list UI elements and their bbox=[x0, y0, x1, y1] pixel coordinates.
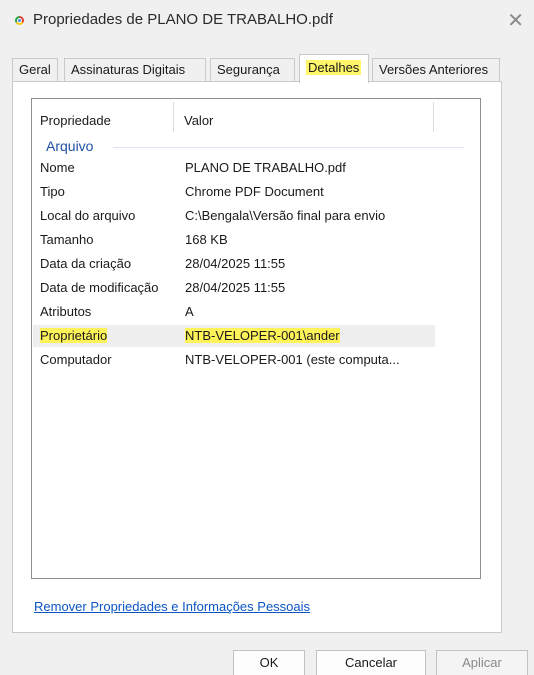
property-value: 28/04/2025 11:55 bbox=[185, 280, 286, 295]
property-value: C:\Bengala\Versão final para envio bbox=[185, 208, 386, 223]
property-value: NTB-VELOPER-001 (este computa... bbox=[185, 352, 400, 367]
list-item[interactable]: Computador NTB-VELOPER-001 (este computa… bbox=[33, 349, 435, 371]
tab-geral[interactable]: Geral bbox=[12, 58, 58, 82]
cancel-button[interactable]: Cancelar bbox=[316, 650, 426, 675]
property-value: 168 KB bbox=[185, 232, 228, 247]
property-value: 28/04/2025 11:55 bbox=[185, 256, 286, 271]
property-name: Data de modificação bbox=[40, 280, 159, 295]
column-divider[interactable] bbox=[173, 102, 174, 132]
apply-button[interactable]: Aplicar bbox=[436, 650, 528, 675]
tab-versoes-anteriores[interactable]: Versões Anteriores bbox=[372, 58, 500, 82]
ok-button[interactable]: OK bbox=[233, 650, 305, 675]
property-value: Chrome PDF Document bbox=[185, 184, 324, 199]
tab-label: Versões Anteriores bbox=[379, 62, 489, 77]
group-divider bbox=[113, 147, 464, 148]
tab-label: Detalhes bbox=[306, 60, 362, 75]
list-header: Propriedade Valor bbox=[32, 99, 480, 136]
title-bar: Propriedades de PLANO DE TRABALHO.pdf ✕ bbox=[0, 0, 534, 44]
details-panel: Propriedade Valor Arquivo Nome PLANO DE … bbox=[12, 81, 502, 633]
group-header-arquivo: Arquivo bbox=[46, 138, 94, 154]
tab-seguranca[interactable]: Segurança bbox=[210, 58, 295, 82]
property-name: Computador bbox=[40, 352, 112, 367]
property-value: A bbox=[185, 304, 194, 319]
tab-detalhes[interactable]: Detalhes bbox=[299, 54, 369, 83]
list-item[interactable]: Nome PLANO DE TRABALHO.pdf bbox=[33, 157, 435, 179]
tab-label: Segurança bbox=[217, 62, 280, 77]
list-item[interactable]: Tipo Chrome PDF Document bbox=[33, 181, 435, 203]
property-value: NTB-VELOPER-001\ander bbox=[185, 328, 340, 343]
property-name: Nome bbox=[40, 160, 75, 175]
column-header-property[interactable]: Propriedade bbox=[40, 113, 111, 128]
list-item[interactable]: Atributos A bbox=[33, 301, 435, 323]
property-name: Atributos bbox=[40, 304, 92, 319]
property-name: Proprietário bbox=[40, 328, 108, 343]
property-name: Tamanho bbox=[40, 232, 94, 247]
window-title: Propriedades de PLANO DE TRABALHO.pdf bbox=[33, 11, 333, 28]
properties-list[interactable]: Propriedade Valor Arquivo Nome PLANO DE … bbox=[31, 98, 481, 579]
property-name: Data da criação bbox=[40, 256, 132, 271]
list-item[interactable]: Local do arquivo C:\Bengala\Versão final… bbox=[33, 205, 435, 227]
list-item[interactable]: Data de modificação 28/04/2025 11:55 bbox=[33, 277, 435, 299]
property-value: PLANO DE TRABALHO.pdf bbox=[185, 160, 346, 175]
close-icon[interactable]: ✕ bbox=[507, 8, 524, 32]
chrome-pdf-icon bbox=[15, 16, 24, 25]
list-item-selected[interactable]: Proprietário NTB-VELOPER-001\ander bbox=[33, 325, 435, 347]
tab-assinaturas-digitais[interactable]: Assinaturas Digitais bbox=[64, 58, 206, 82]
tab-label: Geral bbox=[19, 62, 51, 77]
column-divider[interactable] bbox=[433, 102, 434, 132]
list-item[interactable]: Tamanho 168 KB bbox=[33, 229, 435, 251]
property-name: Local do arquivo bbox=[40, 208, 136, 223]
remove-properties-link[interactable]: Remover Propriedades e Informações Pesso… bbox=[34, 599, 310, 614]
tab-label: Assinaturas Digitais bbox=[71, 62, 186, 77]
list-item[interactable]: Data da criação 28/04/2025 11:55 bbox=[33, 253, 435, 275]
column-header-value[interactable]: Valor bbox=[184, 113, 213, 128]
property-name: Tipo bbox=[40, 184, 65, 199]
